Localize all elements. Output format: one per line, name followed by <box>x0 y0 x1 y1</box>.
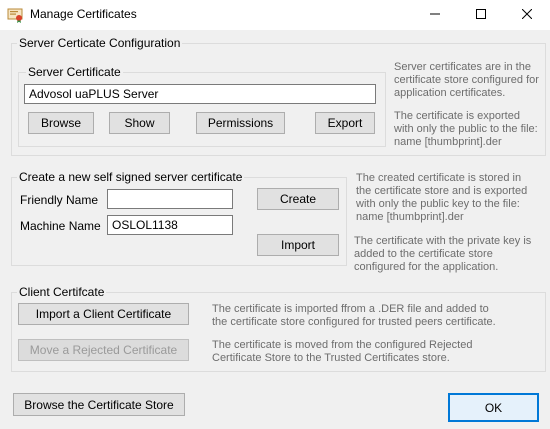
create-note: The created certificate is stored in the… <box>356 172 528 223</box>
browse-certificate-store-button[interactable]: Browse the Certificate Store <box>13 393 185 416</box>
client-group-label: Client Certifcate <box>17 285 107 299</box>
title-bar: Manage Certificates <box>0 0 550 30</box>
close-button[interactable] <box>504 0 550 30</box>
show-button[interactable]: Show <box>109 112 170 134</box>
certificate-app-icon <box>7 7 23 23</box>
machine-name-value: OSLOL1138 <box>112 218 178 232</box>
create-button[interactable]: Create <box>257 188 339 210</box>
server-certificate-group-label: Server Certificate <box>26 65 123 79</box>
import-note: The certificate with the private key is … <box>354 235 532 273</box>
server-certificate-value: Advosol uaPLUS Server <box>29 87 159 101</box>
machine-name-label: Machine Name <box>20 219 101 233</box>
maximize-button[interactable] <box>458 0 504 30</box>
import-client-note: The certificate is imported ffrom a .DER… <box>212 303 496 328</box>
self-signed-group-label: Create a new self signed server certific… <box>17 170 245 184</box>
export-button[interactable]: Export <box>315 112 375 134</box>
server-certificate-field[interactable]: Advosol uaPLUS Server <box>24 84 376 104</box>
server-config-group-label: Server Certicate Configuration <box>17 36 183 50</box>
server-export-note: The certificate is exported with only th… <box>394 110 538 148</box>
import-button[interactable]: Import <box>257 234 339 256</box>
minimize-button[interactable] <box>412 0 458 30</box>
minimize-icon <box>430 8 440 22</box>
maximize-icon <box>476 8 486 22</box>
close-icon <box>521 8 533 22</box>
move-rejected-certificate-button[interactable]: Move a Rejected Certificate <box>18 339 189 361</box>
friendly-name-label: Friendly Name <box>20 193 99 207</box>
ok-button[interactable]: OK <box>448 393 539 422</box>
window-title: Manage Certificates <box>30 7 137 21</box>
machine-name-input[interactable]: OSLOL1138 <box>107 215 233 235</box>
permissions-button[interactable]: Permissions <box>196 112 285 134</box>
browse-button[interactable]: Browse <box>28 112 94 134</box>
server-cert-note: Server certificates are in the certifica… <box>394 61 539 99</box>
friendly-name-input[interactable] <box>107 189 233 209</box>
import-client-certificate-button[interactable]: Import a Client Certificate <box>18 303 189 325</box>
move-rejected-note: The certificate is moved from the config… <box>212 339 473 364</box>
